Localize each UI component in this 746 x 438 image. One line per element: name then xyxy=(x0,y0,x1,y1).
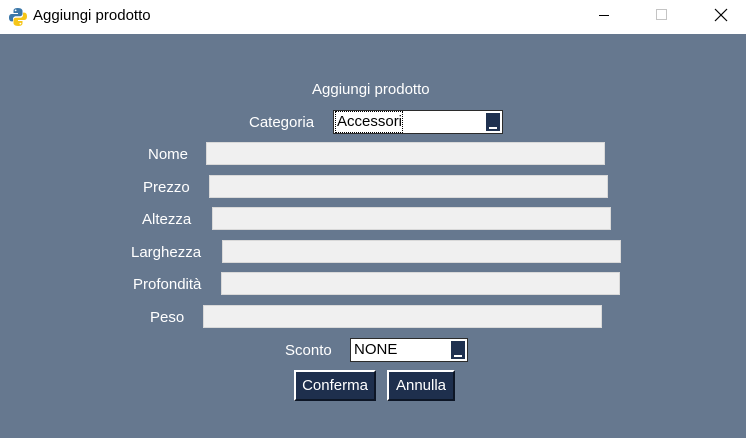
discount-value: NONE xyxy=(354,341,398,358)
close-icon xyxy=(714,8,728,27)
larghezza-field[interactable] xyxy=(222,240,621,263)
chevron-down-icon[interactable] xyxy=(451,341,465,359)
discount-label: Sconto xyxy=(285,342,332,359)
category-value: Accessori xyxy=(334,111,404,133)
minimize-button[interactable] xyxy=(581,0,627,34)
chevron-down-icon[interactable] xyxy=(486,113,500,131)
confirm-button[interactable]: Conferma xyxy=(294,370,376,401)
category-select[interactable]: Accessori xyxy=(333,110,503,134)
form-heading: Aggiungi prodotto xyxy=(312,81,430,98)
python-icon xyxy=(8,7,28,27)
minimize-icon xyxy=(598,8,610,26)
profondita-label: Profondità xyxy=(133,276,202,293)
nome-label: Nome xyxy=(148,146,189,163)
window-title: Aggiungi prodotto xyxy=(33,7,151,24)
title-bar: Aggiungi prodotto xyxy=(0,0,746,34)
close-button[interactable] xyxy=(698,0,744,34)
maximize-icon xyxy=(656,8,668,26)
peso-label: Peso xyxy=(150,309,185,326)
discount-select[interactable]: NONE xyxy=(350,338,468,362)
nome-field[interactable] xyxy=(206,142,605,165)
prezzo-label: Prezzo xyxy=(143,179,190,196)
larghezza-label: Larghezza xyxy=(131,244,202,261)
prezzo-field[interactable] xyxy=(209,175,608,198)
altezza-label: Altezza xyxy=(142,211,192,228)
altezza-field[interactable] xyxy=(212,207,611,230)
form-panel: Aggiungi prodotto Categoria Accessori No… xyxy=(0,34,746,438)
maximize-button[interactable] xyxy=(639,0,685,34)
profondita-field[interactable] xyxy=(221,272,620,295)
category-label: Categoria xyxy=(249,114,315,131)
peso-field[interactable] xyxy=(203,305,602,328)
cancel-button[interactable]: Annulla xyxy=(387,370,455,401)
